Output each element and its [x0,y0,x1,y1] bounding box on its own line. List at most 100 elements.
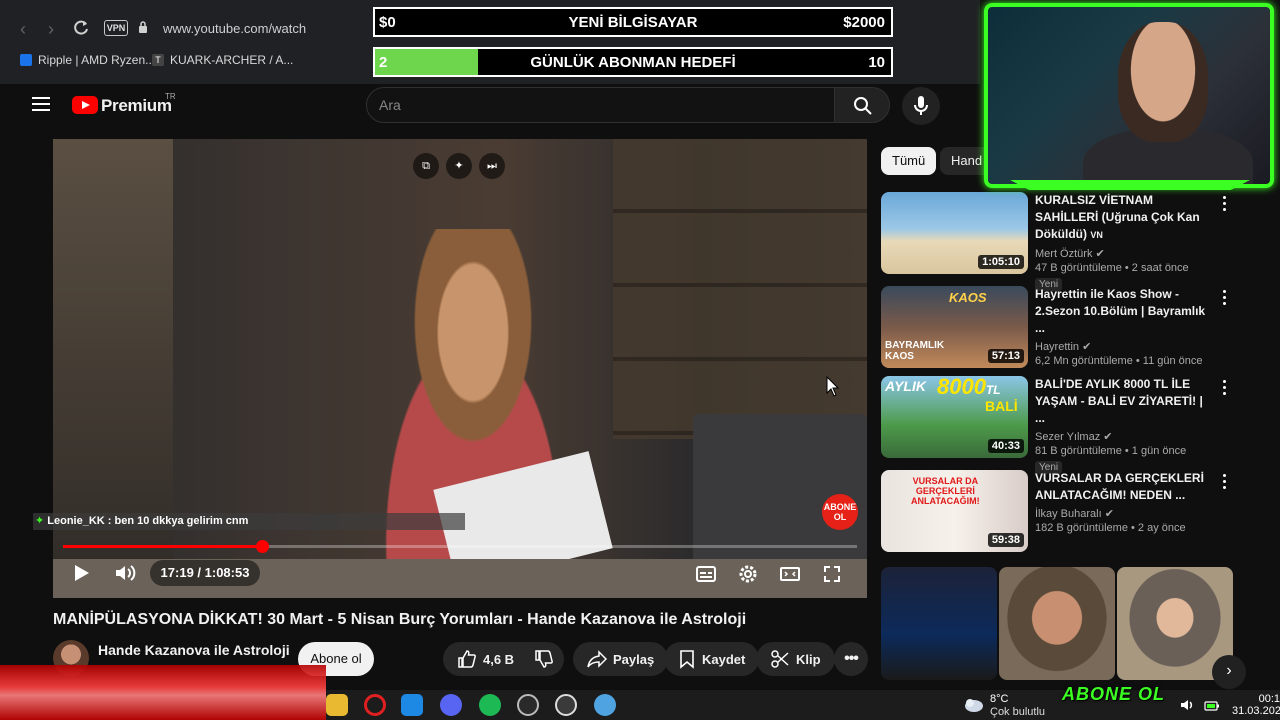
share-icon [587,650,607,668]
rec-channel[interactable]: Mert Öztürk ✔ [1035,247,1215,260]
recommended-video[interactable]: KAOS BAYRAMLIK KAOS 57:13 Hayrettin ile K… [881,286,1241,372]
voice-search-button[interactable] [902,87,940,125]
thumbnail-text: KAOS [949,290,987,305]
address-bar[interactable]: www.youtube.com/watch [163,21,306,36]
autoplay-icon[interactable]: ⏭ [479,153,505,179]
share-label: Paylaş [613,651,655,667]
opera-icon[interactable] [364,694,386,716]
goal-bar-computer: $0 YENİ BİLGİSAYAR $2000 [373,7,893,37]
search-input[interactable] [367,88,835,122]
youtube-brand[interactable]: Premium [101,96,172,116]
reload-icon[interactable] [72,19,90,37]
goal-bar-subscribers: 2 GÜNLÜK ABONMAN HEDEFİ 10 [373,47,893,77]
bookmark-label: Ripple | AMD Ryzen... [38,53,156,67]
time-display: 17:19 / 1:08:53 [150,560,260,586]
thumbs-up-icon [458,650,476,668]
goal-target: $2000 [843,14,885,31]
thumbnail-text: BALİ [985,398,1018,414]
app-icon[interactable] [594,694,616,716]
video-thumbnail[interactable]: AYLIK 8000TL BALİ 40:33 [881,376,1028,458]
share-button[interactable]: Paylaş [573,642,669,676]
rec-title[interactable]: VURSALAR DA GERÇEKLERİ ANLATACAĞIM! NEDE… [1035,470,1215,504]
rec-title[interactable]: KURALSIZ VİETNAM SAHİLLERİ (Uğruna Çok K… [1035,192,1215,244]
goal-title: GÜNLÜK ABONMAN HEDEFİ [530,54,736,71]
chevron-right-icon[interactable]: › [1212,655,1246,689]
rec-title[interactable]: Hayrettin ile Kaos Show - 2.Sezon 10.Böl… [1035,286,1215,337]
search-button[interactable] [834,87,890,123]
speaker-icon[interactable] [1180,698,1194,712]
more-vertical-icon[interactable] [1223,290,1227,306]
theater-mode-icon[interactable] [779,563,801,585]
system-clock[interactable]: 00:1 31.03.202 [1232,693,1280,717]
video-duration: 59:38 [987,533,1024,547]
more-vertical-icon[interactable] [1223,380,1227,396]
microphone-icon [914,96,928,115]
rec-stats: 6,2 Mn görüntüleme • 11 gün önce [1035,355,1203,367]
youtube-logo-icon[interactable] [72,96,98,114]
file-explorer-icon[interactable] [326,694,348,716]
forward-button[interactable]: › [40,18,62,40]
progress-played [63,545,263,548]
video-thumbnail[interactable]: KAOS BAYRAMLIK KAOS 57:13 [881,286,1028,368]
video-thumbnail[interactable]: VURSALAR DA GERÇEKLERİ ANLATACAĞIM! 59:38 [881,470,1028,552]
settings-gear-icon[interactable] [737,563,759,585]
verified-icon: ✔ [1104,508,1114,520]
rec-channel[interactable]: İlkay Buharalı ✔ [1035,507,1215,520]
media-player-icon[interactable] [555,694,577,716]
obs-icon[interactable] [517,694,539,716]
save-button[interactable]: Kaydet [664,642,760,676]
dislike-button[interactable] [524,642,564,676]
rec-channel[interactable]: Sezer Yılmaz ✔ [1035,430,1215,443]
volume-button[interactable] [114,563,138,583]
more-vertical-icon[interactable] [1223,474,1227,490]
bookmark-1[interactable]: Ripple | AMD Ryzen... [20,53,155,67]
vpn-badge[interactable]: VPN [104,20,128,36]
video-duration: 40:33 [987,439,1024,453]
battery-icon[interactable] [1204,699,1220,711]
bookmark-icon [680,650,694,669]
video-progress-bar[interactable] [63,540,857,553]
search-icon [854,97,872,115]
stream-banner-overlay [0,665,326,720]
stream-chat-message: ✦ Leonie_KK : ben 10 dkkya gelirim cnm [33,513,465,530]
streamer-webcam [984,3,1274,188]
weather-temp[interactable]: 8°C [990,693,1008,705]
webcam-frame-decor [1010,180,1250,190]
rec-channel[interactable]: Hayrettin ✔ [1035,340,1215,353]
more-vertical-icon[interactable] [1223,196,1227,212]
ai-sparkle-icon[interactable]: ✦ [446,153,472,179]
weather-cloud-icon[interactable] [962,694,984,714]
chip-all[interactable]: Tümü [881,147,937,175]
menu-icon[interactable] [32,97,50,111]
lock-icon[interactable] [138,21,148,34]
weather-description[interactable]: Çok bulutlu [990,706,1045,718]
thumbnail-text: AYLIK [885,378,926,394]
more-actions-button[interactable]: ••• [834,642,868,676]
back-button[interactable]: ‹ [12,18,34,40]
play-button[interactable] [70,562,92,584]
goal-title: YENİ BİLGİSAYAR [568,14,698,31]
recommended-video[interactable]: VURSALAR DA GERÇEKLERİ ANLATACAĞIM! 59:38 … [881,470,1241,556]
chat-star-icon: ✦ [35,515,45,527]
bookmark-2[interactable]: T KUARK-ARCHER / A... [152,53,293,67]
video-thumbnail[interactable]: 1:05:10 [881,192,1028,274]
clock-time: 00:1 [1258,693,1280,705]
rec-title[interactable]: BALİ'DE AYLIK 8000 TL İLE YAŞAM - BALİ E… [1035,376,1215,427]
discord-icon[interactable] [440,694,462,716]
search-box[interactable] [366,87,836,123]
recommended-video[interactable]: 1:05:10 KURALSIZ VİETNAM SAHİLLERİ (Uğru… [881,192,1241,291]
miniplayer-icon[interactable]: ⧉ [413,153,439,179]
recommended-video[interactable]: AYLIK 8000TL BALİ 40:33 BALİ'DE AYLIK 80… [881,376,1241,474]
channel-name[interactable]: Hande Kazanova ile Astroloji [98,642,290,658]
shorts-thumbnail[interactable] [999,567,1115,680]
fullscreen-icon[interactable] [821,563,843,585]
mail-icon[interactable] [401,694,423,716]
volume-icon [116,565,136,581]
subtitles-icon[interactable] [695,563,717,585]
spotify-icon[interactable] [479,694,501,716]
clip-button[interactable]: Klip [756,642,835,676]
subscribe-watermark[interactable]: ABONE OL [822,494,858,530]
shorts-thumbnail[interactable] [881,567,997,680]
save-label: Kaydet [702,651,746,667]
goal-target: 10 [868,54,885,71]
